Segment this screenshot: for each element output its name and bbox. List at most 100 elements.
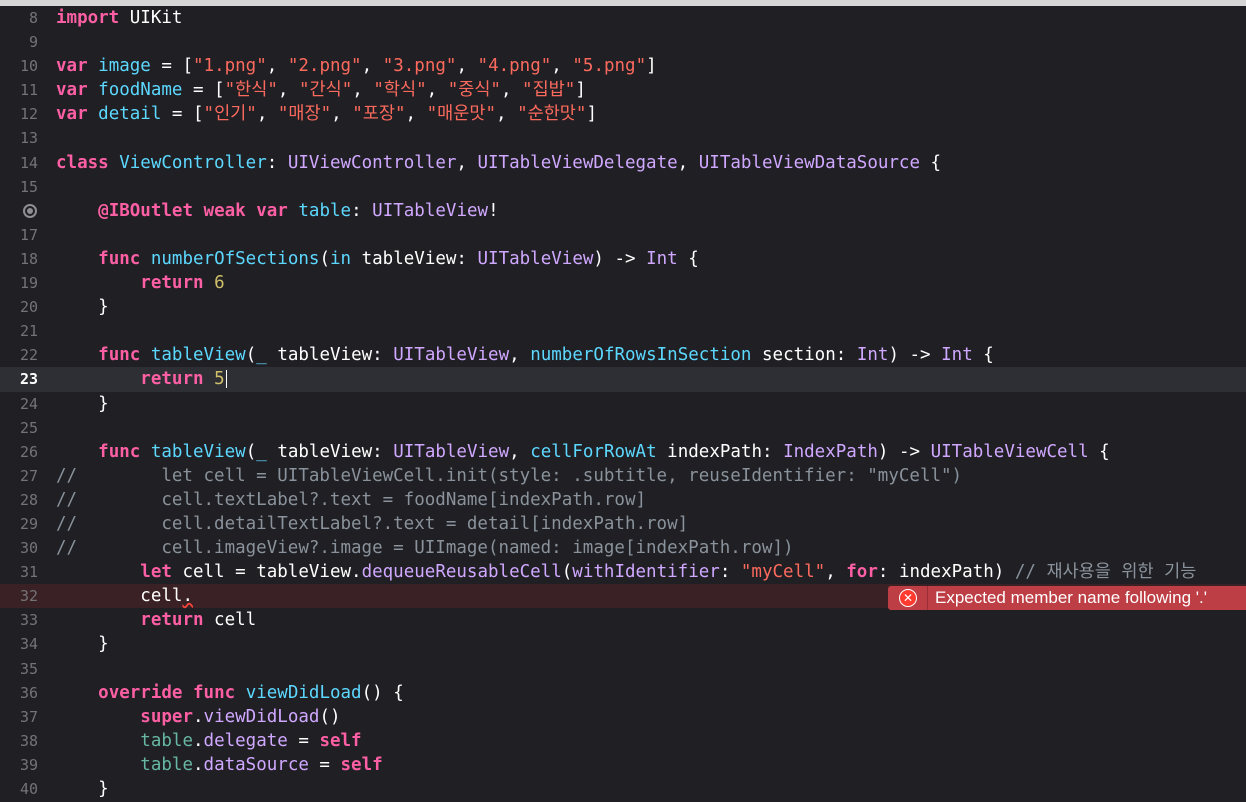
code-line[interactable]: 19 return 6 [0, 271, 1246, 295]
code-text: return cell [56, 608, 256, 632]
code-line[interactable]: 8 import UIKit [0, 6, 1246, 30]
outlet-connection-icon[interactable] [23, 203, 37, 218]
line-number[interactable]: 10 [0, 54, 38, 78]
code-line[interactable]: 34 } [0, 632, 1246, 656]
code-line[interactable]: 38 table.delegate = self [0, 729, 1246, 753]
line-number[interactable]: 14 [0, 151, 38, 175]
code-token: tableView: [351, 248, 478, 269]
error-x-icon[interactable]: ✕ [899, 589, 917, 607]
code-line[interactable]: 24 } [0, 392, 1246, 416]
line-number[interactable]: 11 [0, 78, 38, 102]
code-line[interactable]: 35 [0, 657, 1246, 681]
code-line[interactable]: 40 } [0, 777, 1246, 801]
code-token: "학식" [373, 80, 427, 101]
line-number[interactable]: 18 [0, 247, 38, 271]
code-line[interactable]: 14 class ViewController: UIViewController… [0, 151, 1246, 175]
code-text: table.delegate = self [56, 729, 361, 753]
line-number[interactable]: 13 [0, 126, 38, 150]
code-token: : [719, 562, 741, 583]
code-token: ( [245, 345, 257, 366]
line-number[interactable]: 37 [0, 705, 38, 729]
line-number[interactable]: 12 [0, 102, 38, 126]
code-line[interactable]: 18 func numberOfSections(in tableView: U… [0, 247, 1246, 271]
code-line[interactable]: 21 [0, 319, 1246, 343]
code-token: , [677, 152, 699, 173]
error-banner[interactable]: ✕ Expected member name following '.' [888, 586, 1246, 610]
code-line[interactable]: 33 return cell [0, 608, 1246, 632]
code-line[interactable]: 31 let cell = tableView.dequeueReusableC… [0, 560, 1246, 584]
code-text: } [56, 295, 109, 319]
line-number[interactable]: 35 [0, 657, 38, 681]
code-token: ( [245, 441, 257, 462]
line-number[interactable]: 38 [0, 729, 38, 753]
line-number[interactable]: 34 [0, 632, 38, 656]
code-editor[interactable]: 8 import UIKit 9 10 var image = ["1.png", "2… [0, 6, 1246, 801]
code-token: { [1088, 441, 1110, 462]
code-token: ) -> [877, 441, 931, 462]
code-line[interactable]: 13 [0, 126, 1246, 150]
line-number[interactable]: 40 [0, 777, 38, 801]
line-number[interactable]: 15 [0, 175, 38, 199]
line-number[interactable]: 21 [0, 319, 38, 343]
code-token: // let cell = UITableViewCell.init(style… [56, 465, 963, 486]
code-token: "집밥" [522, 80, 576, 101]
code-line[interactable]: @IBOutlet weak var table: UITableView! [0, 199, 1246, 223]
code-line[interactable]: 27 // let cell = UITableViewCell.init(sty… [0, 464, 1246, 488]
line-number[interactable]: 36 [0, 681, 38, 705]
line-number[interactable]: 23 [0, 367, 38, 391]
line-number[interactable]: 17 [0, 223, 38, 247]
code-line[interactable]: 25 [0, 416, 1246, 440]
line-number[interactable]: 8 [0, 6, 38, 30]
line-number[interactable]: 27 [0, 464, 38, 488]
code-token: 6 [214, 273, 225, 294]
code-line[interactable]: 39 table.dataSource = self [0, 753, 1246, 777]
code-line[interactable]: 26 func tableView(_ tableView: UITableVi… [0, 440, 1246, 464]
code-line[interactable]: 23 return 5 [0, 367, 1246, 392]
code-line[interactable]: 11 var foodName = ["한식", "간식", "학식", "중식"… [0, 78, 1246, 102]
code-line[interactable]: 29 // cell.detailTextLabel?.text = detail… [0, 512, 1246, 536]
line-number[interactable]: 19 [0, 271, 38, 295]
code-line[interactable]: 37 super.viewDidLoad() [0, 705, 1246, 729]
code-line[interactable]: 30 // cell.imageView?.image = UIImage(nam… [0, 536, 1246, 560]
code-token: . [192, 706, 204, 727]
line-number[interactable]: 26 [0, 440, 38, 464]
line-number[interactable]: 9 [0, 30, 38, 54]
line-number[interactable]: 30 [0, 536, 38, 560]
code-token: , [426, 80, 448, 101]
line-number[interactable]: 33 [0, 608, 38, 632]
line-number[interactable]: 20 [0, 295, 38, 319]
line-number[interactable]: 25 [0, 416, 38, 440]
code-token: numberOfSections [150, 248, 320, 269]
line-number[interactable]: 24 [0, 392, 38, 416]
code-line[interactable]: 36 override func viewDidLoad() { [0, 681, 1246, 705]
line-number[interactable]: 22 [0, 343, 38, 367]
code-token: func [98, 345, 141, 366]
code-text: // cell.detailTextLabel?.text = detail[i… [56, 512, 688, 536]
code-line[interactable]: 15 [0, 175, 1246, 199]
code-line[interactable]: 17 [0, 223, 1246, 247]
code-token: _ [256, 441, 267, 462]
code-token: , [266, 56, 288, 77]
code-line[interactable]: 9 [0, 30, 1246, 54]
code-line[interactable]: 28 // cell.textLabel?.text = foodName[ind… [0, 488, 1246, 512]
line-number[interactable]: 28 [0, 488, 38, 512]
line-number[interactable]: 39 [0, 753, 38, 777]
code-token: cell [56, 586, 183, 607]
code-line[interactable]: 22 func tableView(_ tableView: UITableVi… [0, 343, 1246, 367]
code-token: "2.png" [287, 56, 362, 77]
code-token: in [329, 248, 352, 269]
line-number[interactable]: 32 [0, 584, 38, 608]
code-line[interactable]: 10 var image = ["1.png", "2.png", "3.png"… [0, 54, 1246, 78]
code-token: return [140, 369, 204, 390]
code-line[interactable]: 12 var detail = ["인기", "매장", "포장", "매운맛",… [0, 102, 1246, 126]
code-line[interactable]: 20 } [0, 295, 1246, 319]
line-number[interactable]: 31 [0, 560, 38, 584]
line-number[interactable]: 29 [0, 512, 38, 536]
code-token: override [98, 682, 183, 703]
